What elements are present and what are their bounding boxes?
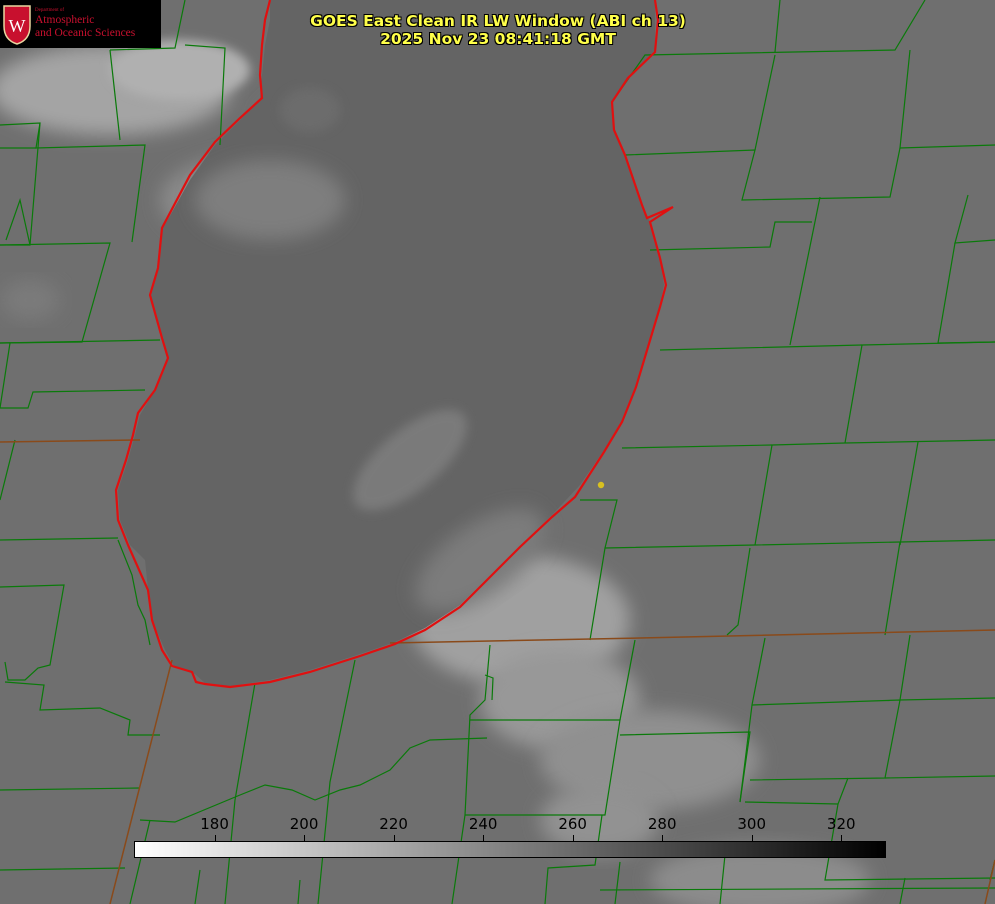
- image-title: GOES East Clean IR LW Window (ABI ch 13): [310, 12, 686, 30]
- colorbar-tick-label: 320: [826, 815, 856, 833]
- colorbar-tick-label: 220: [379, 815, 408, 833]
- colorbar-tick-label: 280: [647, 815, 677, 833]
- location-dot-icon: [597, 481, 605, 489]
- colorbar-tick-label: 200: [289, 815, 319, 833]
- colorbar: [134, 841, 886, 858]
- image-timestamp: 2025 Nov 23 08:41:18 GMT: [380, 30, 616, 48]
- logo-line-atmospheric: Atmospheric: [35, 14, 95, 26]
- colorbar-tick-mark: [304, 835, 306, 841]
- colorbar-tick-mark: [483, 835, 485, 841]
- colorbar-tick-mark: [751, 835, 753, 841]
- satellite-image: [0, 0, 995, 904]
- logo-department-text: Department of: [35, 8, 65, 13]
- colorbar-tick-label: 180: [200, 815, 229, 833]
- logo-aos: W Department of Atmospheric and Oceanic …: [0, 0, 161, 48]
- colorbar-tick-label: 240: [468, 815, 498, 833]
- colorbar-tick-mark: [662, 835, 664, 841]
- colorbar-tick-label: 300: [737, 815, 767, 833]
- colorbar-tick-mark: [214, 835, 216, 841]
- logo-line-oceanic: and Oceanic Sciences: [35, 27, 136, 39]
- uw-crest-icon: W: [3, 5, 31, 45]
- svg-text:W: W: [9, 16, 26, 36]
- colorbar-tick-mark: [841, 835, 843, 841]
- colorbar-tick-mark: [572, 835, 574, 841]
- satellite-map: W Department of Atmospheric and Oceanic …: [0, 0, 995, 904]
- colorbar-tick-mark: [393, 835, 395, 841]
- colorbar-tick-label: 260: [558, 815, 587, 833]
